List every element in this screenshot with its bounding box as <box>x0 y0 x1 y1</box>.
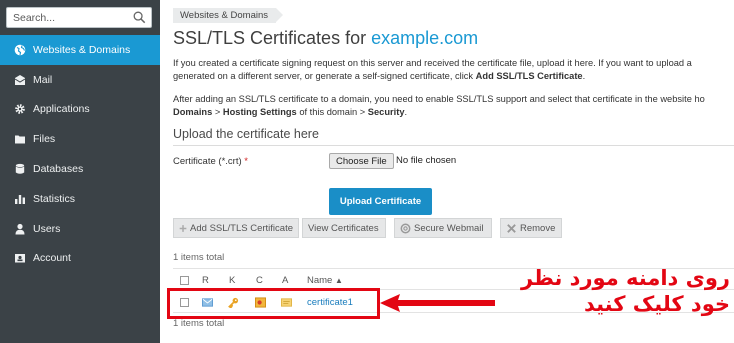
intro-line-1: If you created a certificate signing req… <box>173 58 692 68</box>
view-certificates-button[interactable]: View Certificates <box>302 218 386 238</box>
remove-button[interactable]: Remove <box>500 218 562 238</box>
plus-icon <box>179 224 187 232</box>
page-title-domain[interactable]: example.com <box>371 28 478 48</box>
intro-line-2: generated on a different server, or gene… <box>173 70 692 83</box>
sidebar-item-account[interactable]: Account <box>0 244 160 274</box>
intro-paragraph: If you created a certificate signing req… <box>173 57 692 82</box>
upload-section-title: Upload the certificate here <box>173 127 319 141</box>
required-mark: * <box>244 156 248 167</box>
column-header-k[interactable]: K <box>229 275 235 286</box>
ssl-bold-domains: Domains <box>173 106 213 117</box>
user-icon <box>13 222 27 236</box>
sort-ascending-icon: ▲ <box>334 276 343 285</box>
database-icon <box>13 162 27 176</box>
remove-x-icon <box>507 223 516 233</box>
sidebar-item-label: Account <box>33 252 71 265</box>
add-certificate-label: Add SSL/TLS Certificate <box>190 222 293 234</box>
ssl-bold-hosting: Hosting Settings <box>222 106 297 117</box>
sidebar-nav: Websites & Domains Mail Applications Fil… <box>0 35 160 273</box>
column-header-name-label: Name <box>307 275 333 286</box>
certificate-label-text: Certificate (*.crt) <box>173 156 242 167</box>
search-icon[interactable] <box>133 11 146 24</box>
bar-chart-icon <box>13 192 27 206</box>
sidebar-item-databases[interactable]: Databases <box>0 154 160 184</box>
intro-bold-add: Add SSL/TLS Certificate <box>475 70 583 81</box>
certificate-field-label: Certificate (*.crt) * <box>173 156 248 167</box>
sidebar-item-applications[interactable]: Applications <box>0 95 160 125</box>
ssl-mid: of this domain > <box>296 106 368 117</box>
no-file-text: No file chosen <box>396 155 457 166</box>
sidebar: Websites & Domains Mail Applications Fil… <box>0 0 160 343</box>
secure-webmail-button[interactable]: Secure Webmail <box>394 218 492 238</box>
select-all-checkbox[interactable] <box>180 276 189 285</box>
intro-end: . <box>582 70 586 81</box>
breadcrumb[interactable]: Websites & Domains <box>173 8 283 23</box>
sidebar-item-mail[interactable]: Mail <box>0 65 160 95</box>
secure-webmail-label: Secure Webmail <box>414 222 484 234</box>
sidebar-item-label: Statistics <box>33 192 76 205</box>
column-header-r[interactable]: R <box>202 275 209 286</box>
sidebar-item-statistics[interactable]: Statistics <box>0 184 160 214</box>
items-total: 1 items total <box>173 252 225 263</box>
column-header-name[interactable]: Name ▲ <box>307 275 343 286</box>
remove-label: Remove <box>520 222 556 234</box>
annotation-highlight-box <box>167 288 380 319</box>
add-certificate-button[interactable]: Add SSL/TLS Certificate <box>173 218 299 238</box>
annotation-arrow-icon <box>380 294 495 312</box>
column-header-c[interactable]: C <box>256 275 263 286</box>
globe-icon <box>13 43 27 57</box>
annotation-line-2: خود کلیک کنید <box>583 292 730 316</box>
sidebar-item-label: Files <box>33 133 56 146</box>
envelope-icon <box>13 73 27 87</box>
intro-text: generated on a different server, or gene… <box>173 70 476 81</box>
column-header-a[interactable]: A <box>282 275 288 286</box>
sidebar-item-label: Mail <box>33 73 53 86</box>
ssl-line-1: After adding an SSL/TLS certificate to a… <box>173 94 705 104</box>
annotation-text: روی دامنه مورد نظر خود کلیک کنید <box>500 265 730 317</box>
ssl-end: . <box>404 106 408 117</box>
ssl-sep: > <box>212 106 223 117</box>
annotation-line-1: روی دامنه مورد نظر <box>520 266 730 290</box>
search-input[interactable] <box>7 8 127 27</box>
sidebar-item-label: Websites & Domains <box>33 43 131 56</box>
view-certificates-label: View Certificates <box>308 222 379 234</box>
items-total-bottom: 1 items total <box>173 318 225 329</box>
search-box <box>6 7 152 28</box>
upload-certificate-button[interactable]: Upload Certificate <box>329 188 432 215</box>
sidebar-item-label: Applications <box>33 103 90 116</box>
sidebar-item-users[interactable]: Users <box>0 214 160 244</box>
sidebar-item-label: Users <box>33 222 61 235</box>
sidebar-item-files[interactable]: Files <box>0 124 160 154</box>
sidebar-item-label: Databases <box>33 163 84 176</box>
lifebuoy-icon <box>400 223 411 233</box>
ssl-line-2: Domains > Hosting Settings of this domai… <box>173 106 705 119</box>
sidebar-item-websites-domains[interactable]: Websites & Domains <box>0 35 160 65</box>
folder-icon <box>13 132 27 146</box>
ssl-enable-paragraph: After adding an SSL/TLS certificate to a… <box>173 93 705 118</box>
gear-icon <box>13 102 27 116</box>
id-card-icon <box>13 251 27 265</box>
page-title: SSL/TLS Certificates for example.com <box>173 28 478 49</box>
ssl-bold-security: Security <box>367 106 405 117</box>
page-title-prefix: SSL/TLS Certificates for <box>173 28 372 48</box>
section-divider <box>173 145 734 146</box>
choose-file-button[interactable]: Choose File <box>329 153 394 169</box>
